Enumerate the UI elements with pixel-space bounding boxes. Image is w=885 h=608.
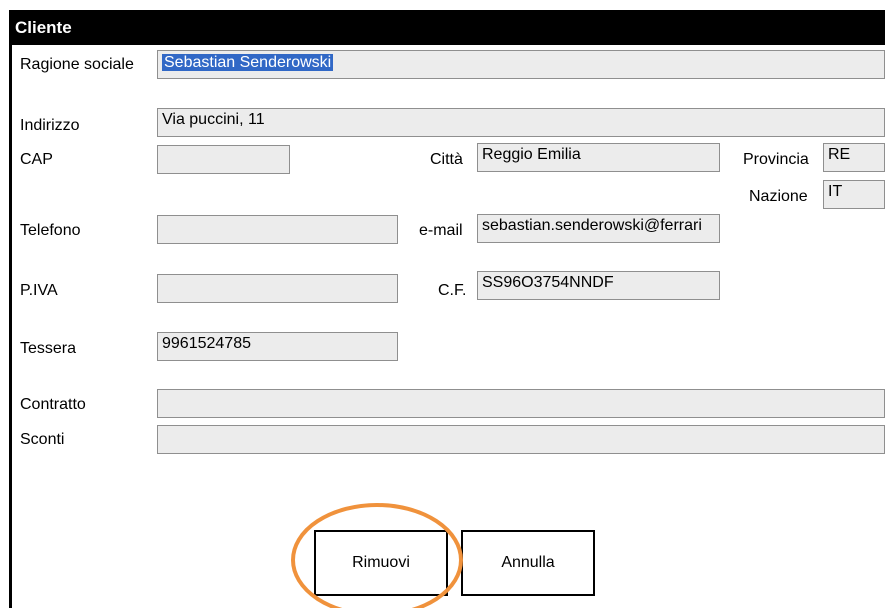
tessera-label: Tessera xyxy=(20,340,77,357)
nazione-field[interactable]: IT xyxy=(823,180,885,209)
cap-field[interactable] xyxy=(157,145,290,174)
cap-label: CAP xyxy=(20,151,53,168)
dialog-title: Cliente xyxy=(15,18,72,37)
dialog-title-bar: Cliente xyxy=(10,10,885,45)
ragione-sociale-value: Sebastian Senderowski xyxy=(162,54,334,71)
piva-field[interactable] xyxy=(157,274,398,303)
citta-label: Città xyxy=(430,151,463,168)
tessera-field[interactable]: 9961524785 xyxy=(157,332,398,361)
provincia-label: Provincia xyxy=(743,151,809,168)
contratto-label: Contratto xyxy=(20,396,86,413)
cf-label: C.F. xyxy=(438,282,467,299)
cf-field[interactable]: SS96O3754NNDF xyxy=(477,271,720,300)
top-margin xyxy=(0,0,885,10)
remove-button[interactable]: Rimuovi xyxy=(314,530,448,596)
telefono-label: Telefono xyxy=(20,222,81,239)
dialog-left-border xyxy=(9,10,12,608)
indirizzo-label: Indirizzo xyxy=(20,117,80,134)
provincia-field[interactable]: RE xyxy=(823,143,885,172)
citta-field[interactable]: Reggio Emilia xyxy=(477,143,720,172)
remove-button-label: Rimuovi xyxy=(352,554,410,571)
telefono-field[interactable] xyxy=(157,215,398,244)
sconti-field[interactable] xyxy=(157,425,885,454)
contratto-field[interactable] xyxy=(157,389,885,418)
cancel-button-label: Annulla xyxy=(501,554,555,571)
ragione-sociale-field[interactable]: Sebastian Senderowski xyxy=(157,50,885,79)
piva-label: P.IVA xyxy=(20,282,58,299)
highlight-circle xyxy=(291,503,463,608)
email-field[interactable]: sebastian.senderowski@ferrari xyxy=(477,214,720,243)
nazione-label: Nazione xyxy=(749,188,808,205)
indirizzo-field[interactable]: Via puccini, 11 xyxy=(157,108,885,137)
ragione-sociale-label: Ragione sociale xyxy=(20,56,134,73)
email-label: e-mail xyxy=(419,222,463,239)
cancel-button[interactable]: Annulla xyxy=(461,530,595,596)
sconti-label: Sconti xyxy=(20,431,65,448)
